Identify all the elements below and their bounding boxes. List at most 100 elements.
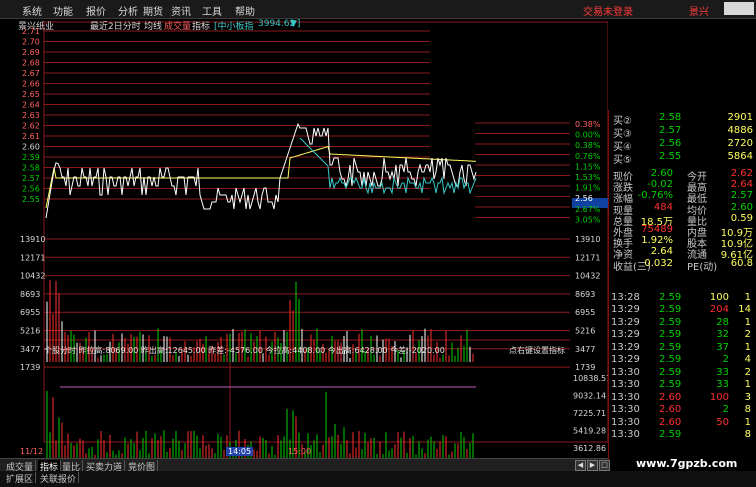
- bottom-row2: 扩展区 关联报价: [0, 471, 756, 487]
- chart-frame: [43, 21, 608, 443]
- vol-label[interactable]: 成交量: [164, 19, 191, 32]
- tick-count: 14: [738, 304, 751, 315]
- menu-tools[interactable]: 工具: [202, 3, 222, 18]
- indicator-hint[interactable]: 点右键设置指标: [509, 345, 565, 356]
- bid-price: 2.55: [659, 151, 682, 162]
- tick-price: 2.59: [659, 292, 682, 303]
- quote-label-2: PE(动): [687, 261, 718, 273]
- quote-value: 1.92%: [641, 235, 673, 247]
- menu-system[interactable]: 系统: [22, 3, 42, 18]
- tab-related-quote[interactable]: 关联报价: [38, 472, 80, 485]
- intraday-chart[interactable]: 2.712.702.692.682.672.662.652.642.632.62…: [0, 18, 608, 458]
- brand-label: 景兴: [689, 7, 709, 18]
- tab-indicator[interactable]: 指标: [38, 460, 62, 473]
- tick-count: 1: [744, 316, 751, 328]
- menu-help[interactable]: 帮助: [235, 3, 255, 18]
- tick-volume: 100: [709, 292, 729, 303]
- tick-time: 13:30: [611, 379, 640, 390]
- quote-value-2: 2.57: [730, 190, 753, 202]
- quote-value: 0.032: [644, 257, 673, 269]
- tick-row: 13:30 2.60 100 3: [609, 392, 756, 405]
- quote-value: -0.02: [647, 179, 673, 191]
- menu-news[interactable]: 资讯: [171, 3, 191, 18]
- time-mark-1: 14:05: [226, 447, 254, 456]
- tick-time: 13:29: [611, 316, 640, 328]
- tick-volume: 204: [709, 304, 729, 315]
- tab-auction[interactable]: 竞价图: [126, 460, 159, 473]
- bid-volume: 5864: [727, 151, 753, 162]
- price-tick-label: 2.64: [22, 101, 40, 110]
- indicator-bars: [46, 390, 474, 458]
- stock-name: 景兴纸业: [18, 22, 55, 32]
- quote-row: 收益(三) 0.032 PE(动) 60.8: [609, 257, 756, 273]
- percent-tick-label: 0.00%: [575, 131, 601, 140]
- quote-value-2: 2.64: [730, 179, 753, 191]
- bid-volume: 2901: [727, 112, 753, 123]
- price-tick-label: 2.59: [22, 153, 40, 162]
- bottom-tabs: 成交量 指标 量比 买卖力道 竞价图: [0, 458, 608, 473]
- volume-tick-right: 12171: [575, 253, 600, 262]
- tab-buy-sell-force[interactable]: 买卖力道: [84, 460, 126, 473]
- tick-row: 13:30 2.59 33 2: [609, 367, 756, 380]
- indicator-axis: 10838.579032.147225.715419.283612.861806…: [573, 374, 608, 453]
- indicator-summary: 个股分时 昨拉高:8069.00 昨出高:12645.00 昨差:-4576.0…: [44, 345, 609, 355]
- menu-analysis[interactable]: 分析: [118, 3, 138, 18]
- expand-icon[interactable]: □: [599, 460, 610, 471]
- volume-tick-left: 12171: [20, 253, 45, 262]
- prev-icon[interactable]: ◀: [575, 460, 586, 471]
- next-icon[interactable]: ▶: [587, 460, 598, 471]
- tick-row: 13:30 2.59 8: [609, 429, 756, 442]
- percent-tick-label: 2.56: [575, 194, 593, 203]
- login-status[interactable]: 交易未登录: [583, 3, 633, 18]
- quote-value-2: 2.62: [730, 168, 753, 179]
- bid-row: 买④ 2.56 2720: [609, 138, 756, 153]
- menu-quote[interactable]: 报价: [86, 3, 106, 18]
- volume-tick-right: 5216: [575, 327, 595, 336]
- price-tick-label: 2.62: [22, 122, 40, 131]
- tick-count: 8: [744, 404, 751, 415]
- indicator-label[interactable]: 指标: [192, 19, 210, 32]
- tick-volume: 28: [716, 316, 729, 328]
- volume-tick-left: 5216: [20, 327, 40, 336]
- tick-price: 2.60: [659, 416, 682, 428]
- avg-label[interactable]: 均线: [144, 19, 162, 32]
- time-mark-2: 15:00: [288, 447, 312, 456]
- tick-volume: 2: [722, 354, 729, 365]
- quote-value-2: 60.8: [730, 257, 753, 269]
- tick-count: 1: [744, 416, 751, 428]
- mode-label[interactable]: 最近2日分时: [90, 19, 141, 32]
- volume-tick-right: 8693: [575, 290, 595, 299]
- volume-tick-left: 8693: [20, 290, 40, 299]
- price-axis: 2.712.702.692.682.672.662.652.642.632.62…: [22, 27, 40, 204]
- tick-count: 1: [744, 379, 751, 390]
- tick-count: 4: [744, 354, 751, 365]
- tab-volume-ratio[interactable]: 量比: [60, 460, 84, 473]
- tick-price: 2.59: [659, 341, 682, 353]
- window-controls[interactable]: [724, 2, 754, 15]
- chart-grid: [43, 21, 608, 443]
- index-name[interactable]: [中小板指: [214, 19, 254, 32]
- tab-volume[interactable]: 成交量: [4, 460, 37, 473]
- price-line: [45, 122, 477, 219]
- bid-row: 买⑤ 2.55 5864: [609, 151, 756, 166]
- price-tick-label: 2.56: [22, 185, 40, 194]
- menu-bar: 系统 功能 报价 分析 期货 资讯 工具 帮助 交易未登录 景兴: [0, 0, 756, 19]
- tick-row: 13:30 2.59 33 1: [609, 379, 756, 392]
- price-tick-label: 2.69: [22, 48, 40, 57]
- quote-value: -0.76%: [637, 190, 673, 202]
- volume-tick-right: 6955: [575, 308, 595, 317]
- percent-tick-label: 1.53%: [575, 173, 601, 182]
- menu-function[interactable]: 功能: [53, 3, 73, 18]
- index-arrow: ▼]: [290, 19, 301, 29]
- indicator-tick: 10838.57: [573, 374, 608, 383]
- tab-extension[interactable]: 扩展区: [4, 472, 37, 485]
- tick-time: 13:29: [611, 329, 640, 340]
- tick-volume: 50: [716, 416, 729, 428]
- bid-volume: 2720: [727, 138, 753, 149]
- price-tick-label: 2.67: [22, 69, 40, 78]
- tick-time: 13:30: [611, 366, 640, 378]
- menu-futures[interactable]: 期货: [143, 3, 163, 18]
- volume-tick-left: 10432: [20, 272, 45, 281]
- quote-value: 2.64: [650, 246, 673, 258]
- tick-price: 2.59: [659, 304, 682, 315]
